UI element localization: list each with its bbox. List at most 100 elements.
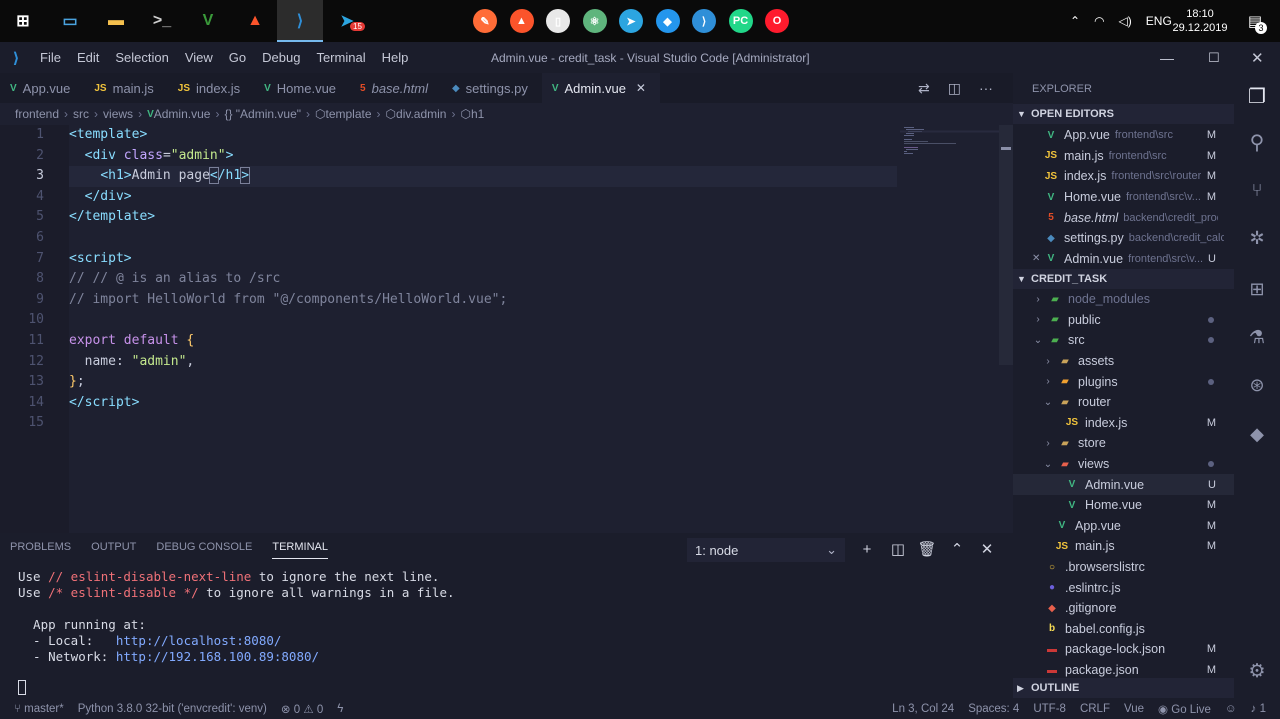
explorer-icon[interactable]: ❐ [1234,73,1280,119]
telegram-2-taskbar-button[interactable]: ➤ [613,0,649,42]
docker-taskbar-button[interactable]: ◆ [650,0,686,42]
menu-go[interactable]: Go [221,50,254,65]
this-pc-taskbar-button[interactable]: ▭ [47,0,93,42]
menu-terminal[interactable]: Terminal [308,50,373,65]
indentation[interactable]: Spaces: 4 [961,703,1026,715]
new-terminal-icon[interactable]: + [857,537,877,561]
tab-index-js[interactable]: JS index.js [168,73,254,103]
code-line-1[interactable]: <template> [69,125,147,146]
project-header[interactable]: ▼ CREDIT_TASK [1013,269,1234,289]
lightning-icon[interactable]: ϟ [330,703,350,715]
vim-taskbar-button[interactable]: V [185,0,231,42]
pycharm-taskbar-button[interactable]: PC [723,0,759,42]
code-line-5[interactable]: </template> [69,207,155,228]
breadcrumb-item[interactable]: h1 [471,107,484,121]
panel-tab-output[interactable]: OUTPUT [91,541,136,559]
minimap[interactable] [900,125,1000,165]
test-flask-icon[interactable]: ⚗ [1234,314,1280,360]
minimize-button[interactable]: — [1160,50,1174,66]
tab-main-js[interactable]: JS main.js [84,73,167,103]
file-babel-config-js[interactable]: b babel.config.js [1013,619,1234,640]
git-graph-icon[interactable]: ⊛ [1234,362,1280,408]
cursor-position[interactable]: Ln 3, Col 24 [885,703,961,715]
split-terminal-icon[interactable]: ◫ [888,537,908,561]
code-line-2[interactable]: <div class="admin"> [69,146,234,167]
open-editor-item[interactable]: V Home.vue frontend\src\v... M [1013,187,1234,208]
split-editor-icon[interactable]: ◫ [948,80,961,97]
editor-scrollbar[interactable] [999,125,1013,365]
code-line-14[interactable]: </script> [69,393,139,414]
docker-icon[interactable]: ◆ [1234,411,1280,457]
close-tab-icon[interactable]: ✕ [636,81,646,95]
code-line-7[interactable]: <script> [69,249,132,270]
branch-indicator[interactable]: ⑂ master* [0,703,71,715]
code-line-4[interactable]: </div> [69,187,132,208]
code-line-12[interactable]: name: "admin", [69,352,195,373]
notification-button[interactable]: ▤ 3 [1240,0,1270,42]
outline-header[interactable]: ▶ OUTLINE [1013,678,1234,698]
menu-debug[interactable]: Debug [254,50,308,65]
tray-chevron-up-icon[interactable]: ⌃ [1070,14,1080,28]
encoding[interactable]: UTF-8 [1026,703,1073,715]
search-icon[interactable]: ⚲ [1234,119,1280,165]
file-gitignore[interactable]: ◆ .gitignore [1013,598,1234,619]
tab-app-vue[interactable]: V App.vue [0,73,84,103]
file-index-js[interactable]: JS index.js M [1013,413,1234,434]
terminal-cursor[interactable] [18,680,26,695]
document-taskbar-button[interactable]: ▯ [540,0,576,42]
menu-help[interactable]: Help [374,50,417,65]
go-live-button[interactable]: ◉ Go Live [1151,702,1218,716]
maximize-panel-icon[interactable]: ⌃ [947,537,967,561]
panel-tab-terminal[interactable]: TERMINAL [272,541,328,559]
menu-edit[interactable]: Edit [69,50,107,65]
debug-icon[interactable]: ✲ [1234,215,1280,261]
language-mode[interactable]: Vue [1117,703,1151,715]
volume-icon[interactable]: ◁) [1119,14,1132,28]
folder-src[interactable]: ⌄ ▰ src [1013,330,1234,351]
postman-taskbar-button[interactable]: ✎ [467,0,503,42]
problems-indicator[interactable]: ⊗ 0 ⚠ 0 [274,702,330,716]
network-url-link[interactable]: http://192.168.100.89:8080/ [116,649,319,664]
folder-store[interactable]: › ▰ store [1013,433,1234,454]
local-url-link[interactable]: http://localhost:8080/ [116,633,282,648]
telegram-taskbar-button[interactable]: ➤ 15 [324,0,370,42]
line-ending[interactable]: CRLF [1073,703,1117,715]
language-indicator[interactable]: ENG [1146,14,1172,28]
breadcrumb-item[interactable]: {} "Admin.vue" [224,107,301,121]
close-window-button[interactable]: ✕ [1251,49,1264,67]
brave-2-taskbar-button[interactable]: ▲ [504,0,540,42]
open-editor-item[interactable]: ◆ settings.py backend\credit_calc [1013,228,1234,249]
brave-taskbar-button[interactable]: ▲ [232,0,278,42]
wifi-icon[interactable]: ◠ [1094,14,1104,28]
folder-views[interactable]: ⌄ ▰ views [1013,454,1234,475]
folder-assets[interactable]: › ▰ assets [1013,351,1234,372]
code-line-11[interactable]: export default { [69,331,194,352]
folder-router[interactable]: ⌄ ▰ router [1013,392,1234,413]
more-actions-icon[interactable]: ··· [979,80,993,96]
tab-admin-vue[interactable]: V Admin.vue ✕ [541,73,660,103]
terminal-selector[interactable]: 1: node ⌄ [687,538,845,562]
tab-base-html[interactable]: 5 base.html [350,73,442,103]
breadcrumb-item[interactable]: Admin.vue [154,107,211,121]
panel-tab-problems[interactable]: PROBLEMS [10,541,71,559]
breadcrumb-item[interactable]: div.admin [396,107,446,121]
folder-node-modules[interactable]: › ▰ node_modules [1013,289,1234,310]
vscode-2-taskbar-button[interactable]: ⟩ [686,0,722,42]
vscode-taskbar-button[interactable]: ⟩ [277,0,323,42]
open-editor-item[interactable]: 5 base.html backend\credit_prod... [1013,207,1234,228]
menu-view[interactable]: View [177,50,221,65]
tab-settings-py[interactable]: ◆ settings.py [442,73,542,103]
atom-taskbar-button[interactable]: ⚛ [577,0,613,42]
menu-selection[interactable]: Selection [107,50,176,65]
extensions-icon[interactable]: ⊞ [1234,266,1280,312]
file-app-vue[interactable]: V App.vue M [1013,516,1234,537]
file-package-lock-json[interactable]: ▬ package-lock.json M [1013,639,1234,660]
open-editor-item[interactable]: JS main.js frontend\src M [1013,146,1234,167]
code-line-8[interactable]: // // @ is an alias to /src [69,269,280,290]
windows-start-taskbar-button[interactable]: ⊞ [0,0,46,42]
notifications-indicator[interactable]: ♪ 1 [1244,703,1280,715]
source-control-icon[interactable]: ⑂ [1234,167,1280,213]
close-editor-icon[interactable]: ✕ [1032,253,1040,264]
open-editor-item[interactable]: ✕ V Admin.vue frontend\src\v... U [1013,249,1234,270]
code-line-3[interactable]: <h1>Admin page</h1> [69,166,251,187]
